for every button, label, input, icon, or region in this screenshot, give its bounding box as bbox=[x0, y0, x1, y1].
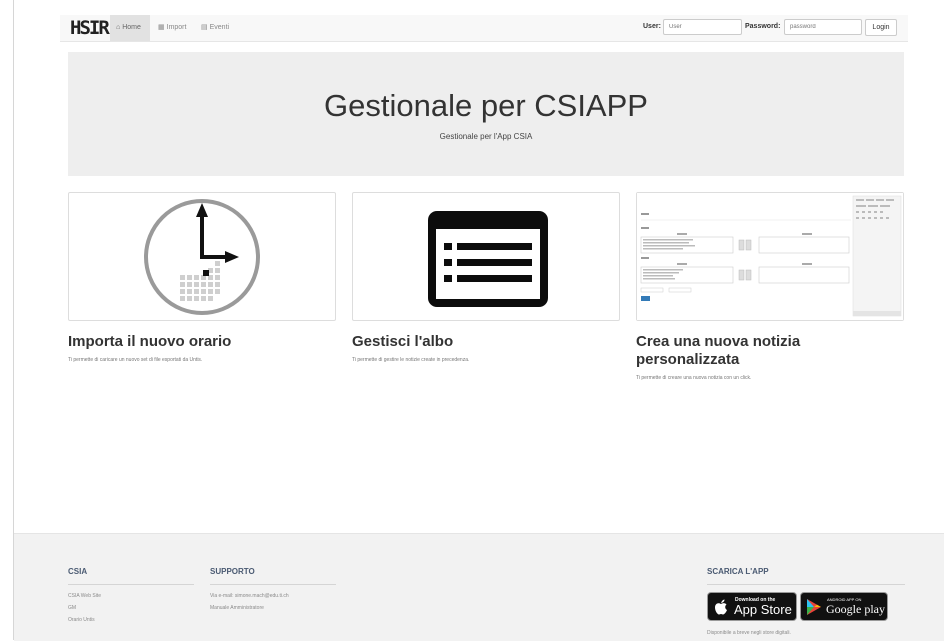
nav-item-home[interactable]: ⌂ Home bbox=[110, 15, 150, 41]
google-play-badge[interactable]: ANDROID APP ON Google play bbox=[800, 592, 888, 621]
brand-logo[interactable]: HSIR bbox=[70, 17, 110, 39]
footer-supporto-heading: SUPPORTO bbox=[210, 567, 255, 576]
footer-app-heading: SCARICA L'APP bbox=[707, 567, 769, 576]
card-albo-text: Ti permette di gestire le notizie create… bbox=[352, 357, 470, 363]
google-play-big-text: Google play bbox=[826, 602, 885, 616]
login-button[interactable]: Login bbox=[865, 19, 897, 36]
nav-item-import-label: Import bbox=[166, 24, 187, 31]
password-label: Password: bbox=[745, 23, 781, 30]
clock-icon bbox=[144, 199, 260, 315]
card-notizia-title[interactable]: Crea una nuova notizia personalizzata bbox=[636, 333, 876, 369]
card-import-text: Ti permette di caricare un nuovo set di … bbox=[68, 357, 203, 363]
apple-icon bbox=[715, 599, 727, 615]
navbar: HSIR ⌂Home ▦Import ▤Eventi User: Passwor… bbox=[60, 15, 908, 42]
card-albo-thumbnail[interactable] bbox=[352, 192, 620, 321]
footer-link-orario-untis[interactable]: Orario Untis bbox=[68, 617, 95, 623]
user-input[interactable] bbox=[663, 19, 742, 35]
footer-csia-divider bbox=[68, 584, 194, 585]
calendar-icon: ▦ bbox=[158, 24, 165, 31]
hero-subtitle: Gestionale per l'App CSIA bbox=[439, 132, 533, 141]
editor-screenshot bbox=[637, 193, 903, 320]
footer-supporto-divider bbox=[210, 584, 336, 585]
list-icon: ▤ bbox=[201, 24, 208, 31]
footer-link-manuale[interactable]: Manuale Amministratore bbox=[210, 605, 264, 611]
hero-title: Gestionale per CSIAPP bbox=[324, 88, 648, 123]
hero-jumbotron: Gestionale per CSIAPP Gestionale per l'A… bbox=[68, 52, 904, 176]
password-input[interactable] bbox=[784, 19, 862, 35]
card-notizia-text: Ti permette di creare una nuova notizia … bbox=[636, 375, 752, 381]
footer-link-email[interactable]: Via e-mail: simone.mach@edu.ti.ch bbox=[210, 593, 289, 599]
app-availability-note: Disponibile a breve negli store digitali… bbox=[707, 630, 791, 636]
nav-item-eventi[interactable]: ▤ Eventi bbox=[201, 15, 237, 41]
card-albo-title[interactable]: Gestisci l'albo bbox=[352, 333, 622, 351]
footer-csia-heading: CSIA bbox=[68, 567, 88, 576]
app-store-big-text: App Store bbox=[734, 602, 792, 617]
nav-item-home-label: Home bbox=[122, 24, 141, 31]
user-label: User: bbox=[643, 23, 661, 30]
card-import-thumbnail[interactable] bbox=[68, 192, 336, 321]
google-play-icon bbox=[807, 599, 821, 615]
list-board-icon bbox=[428, 211, 548, 307]
nav-item-eventi-label: Eventi bbox=[209, 24, 230, 31]
footer-app-divider bbox=[707, 584, 905, 585]
home-icon: ⌂ bbox=[116, 24, 121, 31]
app-store-badge[interactable]: Download on the App Store bbox=[707, 592, 797, 621]
nav-item-import[interactable]: ▦ Import bbox=[158, 15, 194, 41]
card-import-title[interactable]: Importa il nuovo orario bbox=[68, 333, 338, 351]
footer bbox=[14, 533, 944, 641]
card-notizia-thumbnail[interactable] bbox=[636, 192, 904, 321]
footer-link-gm[interactable]: GM bbox=[68, 605, 76, 611]
footer-link-csia-web[interactable]: CSIA Web Site bbox=[68, 593, 101, 599]
